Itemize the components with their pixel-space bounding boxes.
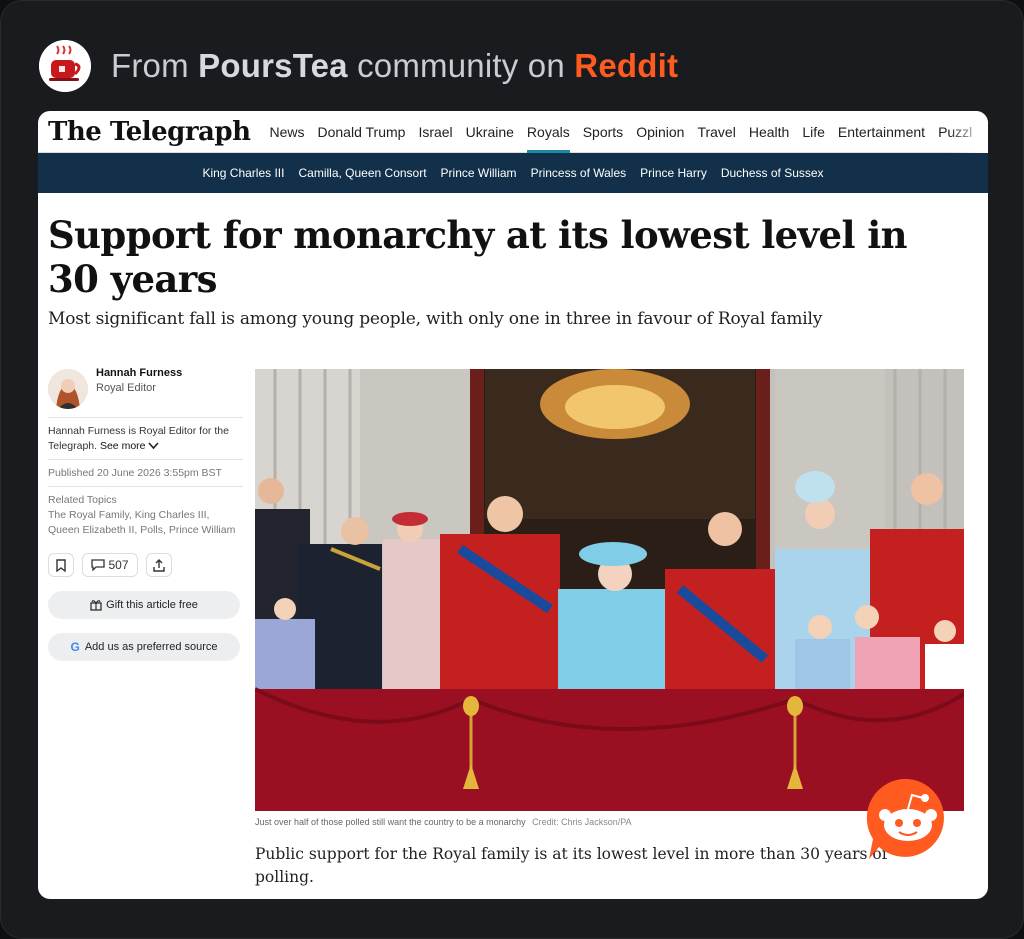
nav-travel[interactable]: Travel <box>697 124 735 140</box>
article-actions: 507 <box>48 553 243 577</box>
subnav-king-charles[interactable]: King Charles III <box>202 166 284 180</box>
author-name[interactable]: Hannah Furness <box>96 367 182 379</box>
caption-text: Just over half of those polled still wan… <box>255 817 526 827</box>
published-date: Published 20 June 2026 3:55pm BST <box>48 459 243 486</box>
nav-news[interactable]: News <box>269 124 304 140</box>
article-hero-photo[interactable] <box>255 369 964 811</box>
author-byline[interactable]: Hannah Furness Royal Editor <box>48 367 243 417</box>
photo-caption: Just over half of those polled still wan… <box>255 817 632 827</box>
top-navigation: The Telegraph News Donald Trump Israel U… <box>38 111 988 153</box>
nav-health[interactable]: Health <box>749 124 789 140</box>
community-middle: community on <box>357 47 565 84</box>
preferred-source-button[interactable]: G Add us as preferred source <box>48 633 240 661</box>
author-avatar <box>48 369 88 409</box>
chevron-down-icon <box>148 442 160 450</box>
nav-fade <box>948 111 988 153</box>
article-headline: Support for monarchy at its lowest level… <box>48 213 908 301</box>
royals-subnav: King Charles III Camilla, Queen Consort … <box>38 153 988 193</box>
author-bio: Hannah Furness is Royal Editor for the T… <box>48 417 243 459</box>
nav-sports[interactable]: Sports <box>583 124 623 140</box>
subnav-princess-of-wales[interactable]: Princess of Wales <box>531 166 627 180</box>
community-prefix: From <box>111 47 189 84</box>
subnav-camilla[interactable]: Camilla, Queen Consort <box>298 166 426 180</box>
community-name[interactable]: PoursTea <box>198 47 348 84</box>
gift-article-button[interactable]: Gift this article free <box>48 591 240 619</box>
comment-count: 507 <box>108 558 129 572</box>
subnav-duchess-of-sussex[interactable]: Duchess of Sussex <box>721 166 824 180</box>
see-more-link[interactable]: See more <box>99 440 160 452</box>
nav-israel[interactable]: Israel <box>418 124 452 140</box>
bookmark-icon <box>56 558 66 572</box>
nav-royals[interactable]: Royals <box>526 124 570 153</box>
preferred-source-label: Add us as preferred source <box>84 641 218 653</box>
comments-button[interactable]: 507 <box>82 553 138 577</box>
section-nav: News Donald Trump Israel Ukraine Royals … <box>269 124 985 153</box>
community-header[interactable]: From PoursTea community on Reddit <box>39 39 678 93</box>
share-icon <box>153 558 165 572</box>
community-label: From PoursTea community on Reddit <box>111 47 678 85</box>
bookmark-button[interactable] <box>48 553 74 577</box>
author-meta: Hannah Furness Royal Editor <box>96 367 182 394</box>
see-more-label: See more <box>99 440 146 452</box>
platform-name[interactable]: Reddit <box>574 47 678 84</box>
nav-entertainment[interactable]: Entertainment <box>838 124 925 140</box>
gift-article-label: Gift this article free <box>106 599 198 611</box>
reddit-snoo-icon <box>865 775 951 861</box>
google-icon: G <box>70 640 80 654</box>
telegraph-logo[interactable]: The Telegraph <box>48 117 251 147</box>
related-topics-list[interactable]: The Royal Family, King Charles III, Quee… <box>48 508 243 538</box>
article-sidebar: Hannah Furness Royal Editor Hannah Furne… <box>48 367 243 661</box>
article-body: Public support for the Royal family is a… <box>255 845 888 886</box>
article-screenshot: The Telegraph News Donald Trump Israel U… <box>38 111 988 899</box>
nav-ukraine[interactable]: Ukraine <box>466 124 514 140</box>
nav-life[interactable]: Life <box>802 124 825 140</box>
nav-opinion[interactable]: Opinion <box>636 124 684 140</box>
teacup-icon <box>39 40 91 92</box>
subnav-prince-harry[interactable]: Prince Harry <box>640 166 707 180</box>
royal-balcony-photo <box>255 369 964 811</box>
share-button[interactable] <box>146 553 172 577</box>
comment-icon <box>91 559 106 571</box>
related-topics: Related Topics The Royal Family, King Ch… <box>48 486 243 543</box>
nav-donald-trump[interactable]: Donald Trump <box>318 124 406 140</box>
related-topics-title: Related Topics <box>48 494 117 506</box>
subnav-prince-william[interactable]: Prince William <box>441 166 517 180</box>
reddit-post-card: From PoursTea community on Reddit The Te… <box>0 0 1024 939</box>
photo-credit: Credit: Chris Jackson/PA <box>532 817 632 827</box>
author-role: Royal Editor <box>96 382 156 394</box>
article-standfirst: Most significant fall is among young peo… <box>48 309 823 329</box>
gift-icon <box>90 600 102 611</box>
